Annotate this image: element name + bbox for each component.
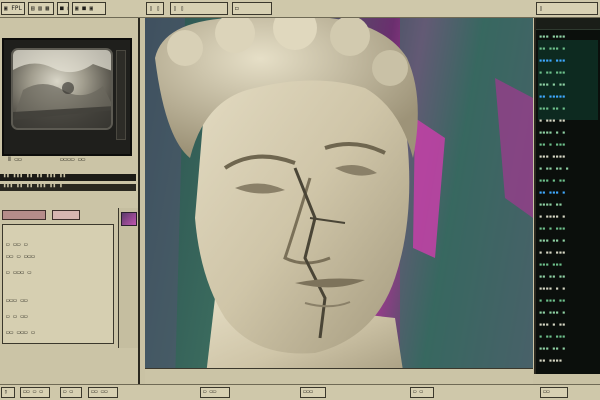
subpanel-row-2: ▭▭ ▭ ▭▭▭ xyxy=(6,253,35,260)
monitor-side-panel xyxy=(116,50,126,140)
status-bar-2: ▮▮▮ ▮▮ ▮▮ ▮▮▮ ▮▮ ▮ xyxy=(0,183,136,191)
status-bar-1: ▮▮ ▮▮▮ ▮▮ ▮▮ ▮▮▮ ▮▮ xyxy=(0,173,136,181)
top-cell-1[interactable]: ▣ FPL xyxy=(1,2,25,15)
terminal-panel: ▪▪▪ ▪▪▪▪ ▪▪ ▪▪▪ ▪ ▪▪▪▪ ▪▪▪ ▪ ▪▪ ▪▪▪ ▪▪▪ ▪ ▪▪… xyxy=(534,18,600,374)
thumbnail-icon[interactable] xyxy=(121,212,137,226)
terminal-line: ▪▪ ▪▪▪▪▪ xyxy=(539,94,566,100)
terminal-line: ▪▪ ▪▪▪ ▪ xyxy=(539,190,566,196)
app-window: ▣ FPL ▤ ▥ ▦ ■ ▢ ▣ ■ ▣ ▯ ▯ ▯ ▯ ◻ ▯ Ⅱ ▭▭ ▭… xyxy=(0,0,600,400)
monitor-icon xyxy=(11,48,113,130)
bottom-cell-4[interactable]: ▭▭ ▭▭ xyxy=(88,387,118,398)
terminal-line: ▪▪▪ ▪ ▪▪ xyxy=(539,178,566,184)
top-cell-4[interactable]: ▣ ■ ▣ xyxy=(72,2,106,15)
terminal-line: ▪ ▪▪ ▪▪▪ xyxy=(539,70,566,76)
terminal-line: ▪ ▪▪▪▪ ▪ xyxy=(539,214,566,220)
readout-1: Ⅱ ▭▭ xyxy=(8,156,22,163)
terminal-line: ▪▪▪▪ ▪ ▪ xyxy=(539,286,566,292)
terminal-line: ▪▪▪ ▪▪▪ xyxy=(539,262,563,268)
top-toolbar: ▣ FPL ▤ ▥ ▦ ■ ▢ ▣ ■ ▣ ▯ ▯ ▯ ▯ ◻ ▯ xyxy=(0,0,600,18)
top-cell-6[interactable]: ▯ ▯ xyxy=(170,2,228,15)
terminal-line: ▪ ▪▪ ▪▪ ▪ xyxy=(539,166,569,172)
subpanel-row-4: ▭▭▭ ▭▭ xyxy=(6,297,28,304)
bottom-cell-8[interactable]: ▭▭ xyxy=(540,387,568,398)
monitor xyxy=(2,38,132,156)
status-bar-1-text: ▮▮ ▮▮▮ ▮▮ ▮▮ ▮▮▮ ▮▮ xyxy=(3,173,66,179)
terminal-line: ▪ ▪▪ ▪▪▪ xyxy=(539,334,566,340)
subpanel-row-3: ▭ ▭▭▭ ▭ xyxy=(6,269,32,276)
subpanel-row-6: ▭▭ ▭▭▭ ▭ xyxy=(6,329,35,336)
terminal-line: ▪▪▪▪ ▪ ▪ xyxy=(539,130,566,136)
terminal-line: ▪▪▪ ▪▪▪▪ xyxy=(539,154,566,160)
side-column xyxy=(118,208,138,348)
terminal-line: ▪▪▪ ▪▪ ▪ xyxy=(539,346,566,352)
bottom-cell-7[interactable]: ▭ ▭ xyxy=(410,387,434,398)
terminal-line: ▪▪▪ ▪▪ ▪ xyxy=(539,106,566,112)
top-cell-5[interactable]: ▯ ▯ xyxy=(146,2,164,15)
bottom-cell-3[interactable]: ▭ ▭ xyxy=(60,387,82,398)
terminal-line: ▪ ▪▪▪ ▪▪ xyxy=(539,298,566,304)
top-cell-2[interactable]: ▤ ▥ ▦ xyxy=(28,2,54,15)
terminal-line: ▪ ▪▪▪ ▪▪ xyxy=(539,118,566,124)
pink-tag-1[interactable] xyxy=(2,210,46,220)
bottom-cell-6[interactable]: ▭▭▭ xyxy=(300,387,326,398)
subpanel-row-1: ▭ ▭▭ ▭ xyxy=(6,241,28,248)
terminal-line: ▪▪ ▪ ▪▪▪ xyxy=(539,226,566,232)
terminal-line: ▪▪▪▪ ▪▪ xyxy=(539,202,563,208)
subpanel-row-5: ▭ ▭ ▭▭ xyxy=(6,313,28,320)
terminal-line: ▪▪▪ ▪ ▪▪ xyxy=(539,82,566,88)
terminal-line: ▪▪ ▪ ▪▪▪ xyxy=(539,142,566,148)
left-control-panel: Ⅱ ▭▭ ▭▭▭▭ ▭▭ ▮▮ ▮▮▮ ▮▮ ▮▮ ▮▮▮ ▮▮ ▮▮▮ ▮▮ … xyxy=(0,18,140,386)
terminal-line: ▪▪▪ ▪▪ ▪ xyxy=(539,238,566,244)
top-cell-3[interactable]: ■ ▢ xyxy=(57,2,69,15)
terminal-line: ▪▪▪ ▪▪▪▪ xyxy=(539,34,566,40)
status-bar-2-text: ▮▮▮ ▮▮ ▮▮ ▮▮▮ ▮▮ ▮ xyxy=(3,183,63,189)
bottom-cell-1[interactable]: ▯ xyxy=(1,387,15,398)
artwork-canvas xyxy=(145,18,533,384)
terminal-line: ▪▪▪▪ ▪▪▪ xyxy=(539,58,566,64)
artwork-caption-bar xyxy=(145,368,533,384)
bottom-cell-5[interactable]: ▭ ▭▭ xyxy=(200,387,230,398)
pink-tag-2[interactable] xyxy=(52,210,80,220)
terminal-line: ▪ ▪▪ ▪▪▪ xyxy=(539,250,566,256)
terminal-line: ▪▪ ▪▪▪ ▪ xyxy=(539,46,566,52)
marble-bust-image xyxy=(145,18,533,384)
terminal-line: ▪▪ ▪▪▪▪ xyxy=(539,358,563,364)
readout-2: ▭▭▭▭ ▭▭ xyxy=(60,156,86,163)
data-subpanel: ▭ ▭▭ ▭ ▭▭ ▭ ▭▭▭ ▭ ▭▭▭ ▭ ▭▭▭ ▭▭ ▭ ▭ ▭▭ ▭▭… xyxy=(2,224,114,344)
top-cell-7[interactable]: ◻ xyxy=(232,2,272,15)
top-cell-8[interactable]: ▯ xyxy=(536,2,598,15)
bottom-toolbar: ▯ ▭▭ ▭ ▭ ▭ ▭ ▭▭ ▭▭ ▭ ▭▭ ▭▭▭ ▭ ▭ ▭▭ xyxy=(0,384,600,400)
terminal-line: ▪▪ ▪▪ ▪▪ xyxy=(539,274,566,280)
terminal-header xyxy=(536,18,600,30)
terminal-line: ▪▪ ▪▪▪ ▪ xyxy=(539,310,566,316)
bottom-cell-2[interactable]: ▭▭ ▭ ▭ xyxy=(20,387,50,398)
terminal-line: ▪▪▪ ▪ ▪▪ xyxy=(539,322,566,328)
monitor-scene xyxy=(13,50,111,128)
